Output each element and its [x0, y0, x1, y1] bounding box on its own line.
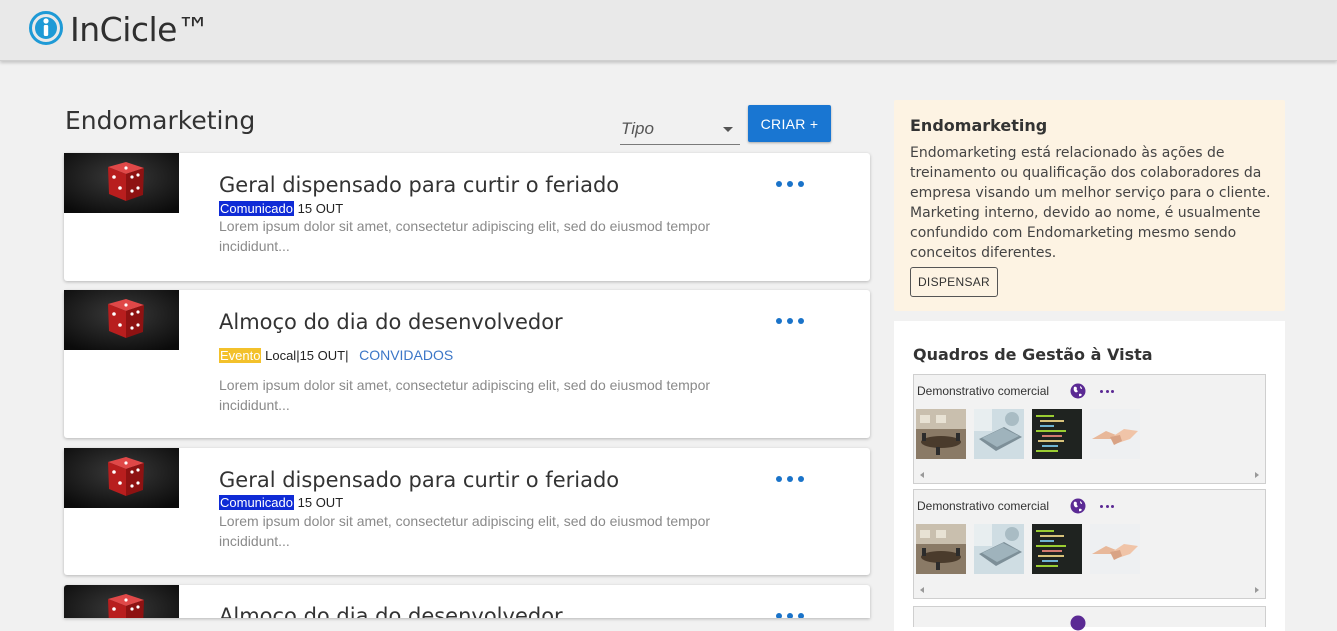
info-panel: Endomarketing Endomarketing está relacio… [894, 100, 1285, 311]
post-meta: Comunicado 15 OUT [219, 201, 343, 216]
post-title[interactable]: Almoço do dia do desenvolvedor [219, 310, 563, 334]
create-button[interactable]: CRIAR + [748, 105, 831, 142]
board-image-meeting-room[interactable] [916, 524, 966, 574]
post-date: 15 OUT [297, 201, 344, 216]
top-bar: InCicle™ [0, 0, 1337, 61]
board-image-meeting-room[interactable] [916, 409, 966, 459]
post-description: Lorem ipsum dolor sit amet, consectetur … [219, 513, 711, 549]
info-title: Endomarketing [910, 116, 1048, 135]
more-options-icon[interactable] [776, 472, 804, 486]
dismiss-button[interactable]: DISPENSAR [910, 267, 998, 297]
more-options-icon[interactable] [776, 609, 804, 618]
board-image-laptop[interactable] [974, 524, 1024, 574]
chevron-down-icon [723, 127, 733, 132]
post-thumbnail-dice-image[interactable] [64, 585, 179, 618]
info-text: Endomarketing está relacionado às ações … [910, 145, 1271, 261]
post-description: Lorem ipsum dolor sit amet, consectetur … [219, 218, 711, 254]
boards-panel: Quadros de Gestão à Vista Demonstrativo … [894, 321, 1285, 631]
globe-icon[interactable] [1070, 498, 1086, 514]
board-image-handshake[interactable] [1090, 524, 1140, 574]
type-filter-placeholder: Tipo [621, 119, 654, 138]
post-card[interactable]: Almoço do dia do desenvolvedor [64, 585, 870, 618]
horizontal-scrollbar[interactable] [914, 584, 1265, 597]
horizontal-scrollbar[interactable] [914, 469, 1265, 482]
board-name[interactable]: Demonstrativo comercial [917, 499, 1049, 513]
boards-title: Quadros de Gestão à Vista [913, 345, 1153, 364]
globe-icon[interactable] [1070, 615, 1086, 631]
post-card[interactable]: Almoço do dia do desenvolvedor Evento Lo… [64, 290, 870, 438]
post-meta: Evento Local|15 OUT| CONVIDADOS [219, 347, 453, 363]
app-name[interactable]: InCicle™ [70, 10, 210, 49]
category-badge: Evento [219, 348, 262, 363]
post-description: Lorem ipsum dolor sit amet, consectetur … [219, 377, 711, 413]
more-options-icon[interactable] [1100, 390, 1114, 394]
more-options-icon[interactable] [776, 177, 804, 191]
post-thumbnail-dice-image[interactable] [64, 448, 179, 508]
incicle-logo-icon[interactable] [29, 11, 63, 45]
board-image-laptop[interactable] [974, 409, 1024, 459]
board-name[interactable]: Demonstrativo comercial [917, 384, 1049, 398]
category-badge: Comunicado [219, 495, 294, 510]
globe-icon[interactable] [1070, 383, 1086, 399]
post-location-date: Local|15 OUT| [265, 348, 349, 363]
board-card[interactable]: Demonstrativo comercial [913, 489, 1266, 599]
post-date: 15 OUT [297, 495, 344, 510]
post-thumbnail-dice-image[interactable] [64, 153, 179, 213]
post-title[interactable]: Geral dispensado para curtir o feriado [219, 173, 619, 197]
post-title[interactable]: Geral dispensado para curtir o feriado [219, 468, 619, 492]
board-card[interactable]: Demonstrativo comercial [913, 374, 1266, 484]
post-title[interactable]: Almoço do dia do desenvolvedor [219, 604, 563, 618]
page-title: Endomarketing [65, 106, 256, 135]
board-card[interactable] [913, 606, 1266, 631]
category-badge: Comunicado [219, 201, 294, 216]
post-card[interactable]: Geral dispensado para curtir o feriado C… [64, 448, 870, 575]
board-image-code[interactable] [1032, 409, 1082, 459]
board-image-code[interactable] [1032, 524, 1082, 574]
post-meta: Comunicado 15 OUT [219, 495, 343, 510]
more-options-icon[interactable] [1100, 505, 1114, 509]
guests-link[interactable]: CONVIDADOS [359, 347, 453, 363]
type-filter-select[interactable]: Tipo [620, 115, 740, 145]
post-thumbnail-dice-image[interactable] [64, 290, 179, 350]
board-image-handshake[interactable] [1090, 409, 1140, 459]
more-options-icon[interactable] [776, 314, 804, 328]
post-card[interactable]: Geral dispensado para curtir o feriado C… [64, 153, 870, 281]
